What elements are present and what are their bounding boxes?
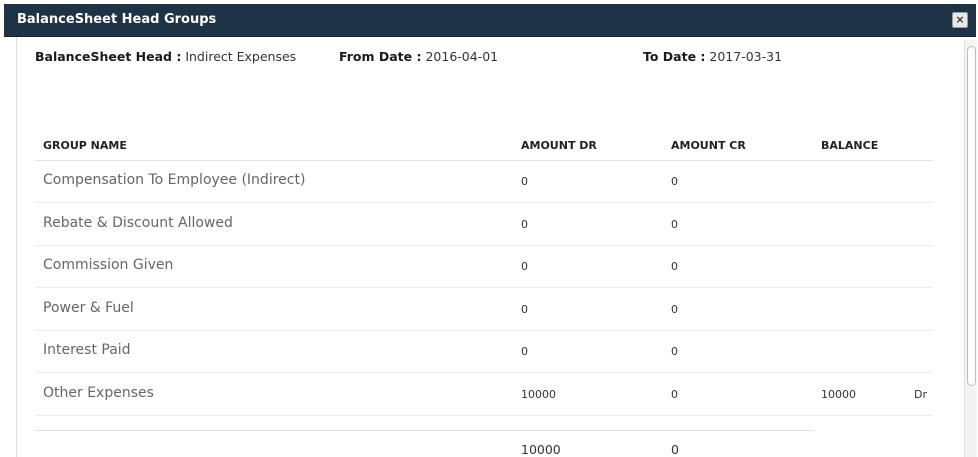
- totals-divider: [35, 430, 814, 431]
- table-row[interactable]: Compensation To Employee (Indirect) 0 0: [35, 161, 933, 203]
- amount-dr-cell: 0: [521, 345, 528, 358]
- to-date-label: To Date :: [643, 49, 706, 64]
- group-name-cell[interactable]: Power & Fuel: [43, 300, 134, 316]
- balance-sheet-head-groups-modal: BalanceSheet Head Groups × BalanceSheet …: [4, 4, 977, 457]
- group-name-cell[interactable]: Interest Paid: [43, 342, 131, 358]
- modal-body: BalanceSheet Head : Indirect Expenses Fr…: [16, 37, 964, 457]
- balance-sheet-head-value: Indirect Expenses: [185, 49, 297, 64]
- amount-cr-cell: 0: [671, 217, 678, 231]
- modal-title: BalanceSheet Head Groups: [17, 12, 217, 27]
- to-date-filter: To Date : 2017-03-31: [643, 49, 782, 64]
- total-amount-dr: 10000: [521, 442, 561, 457]
- amount-cr-cell: 0: [671, 260, 678, 273]
- row-divider: [35, 414, 933, 416]
- amount-dr-cell: 0: [521, 217, 528, 231]
- column-header-group-name[interactable]: GROUP NAME: [43, 139, 127, 152]
- scrollbar-thumb[interactable]: [967, 46, 976, 386]
- amount-cr-cell: 0: [671, 302, 678, 316]
- amount-cr-cell: 0: [671, 387, 678, 401]
- group-name-cell[interactable]: Rebate & Discount Allowed: [43, 215, 233, 231]
- balance-sheet-head-filter: BalanceSheet Head : Indirect Expenses: [35, 49, 296, 64]
- modal-scrollbar[interactable]: [964, 40, 977, 457]
- group-name-cell[interactable]: Compensation To Employee (Indirect): [43, 172, 305, 188]
- amount-dr-cell: 0: [521, 175, 528, 188]
- from-date-value: 2016-04-01: [425, 49, 499, 64]
- balance-type-cell: Dr: [914, 387, 927, 401]
- column-header-amount-dr[interactable]: AMOUNT DR: [521, 139, 597, 152]
- amount-dr-cell: 0: [521, 302, 528, 316]
- table-row[interactable]: Power & Fuel 0 0: [35, 289, 933, 331]
- amount-cr-cell: 0: [671, 345, 678, 358]
- balance-cell: 10000: [821, 387, 856, 401]
- close-icon[interactable]: ×: [952, 12, 968, 28]
- modal-title-bar: BalanceSheet Head Groups ×: [4, 4, 976, 37]
- from-date-filter: From Date : 2016-04-01: [339, 49, 498, 64]
- table-row[interactable]: Interest Paid 0 0: [35, 331, 933, 373]
- table-row[interactable]: Other Expenses 10000 0 10000 Dr: [35, 374, 933, 416]
- total-amount-cr: 0: [671, 442, 679, 457]
- balance-sheet-head-label: BalanceSheet Head :: [35, 49, 182, 64]
- group-name-cell[interactable]: Other Expenses: [43, 385, 154, 401]
- table-row[interactable]: Commission Given 0 0: [35, 246, 933, 288]
- amount-dr-cell: 0: [521, 260, 528, 273]
- column-header-balance[interactable]: BALANCE: [821, 139, 878, 152]
- amount-cr-cell: 0: [671, 175, 678, 188]
- from-date-label: From Date :: [339, 49, 422, 64]
- to-date-value: 2017-03-31: [709, 49, 783, 64]
- group-name-cell[interactable]: Commission Given: [43, 257, 173, 273]
- table-row[interactable]: Rebate & Discount Allowed 0 0: [35, 204, 933, 246]
- column-header-amount-cr[interactable]: AMOUNT CR: [671, 139, 746, 152]
- amount-dr-cell: 10000: [521, 387, 556, 401]
